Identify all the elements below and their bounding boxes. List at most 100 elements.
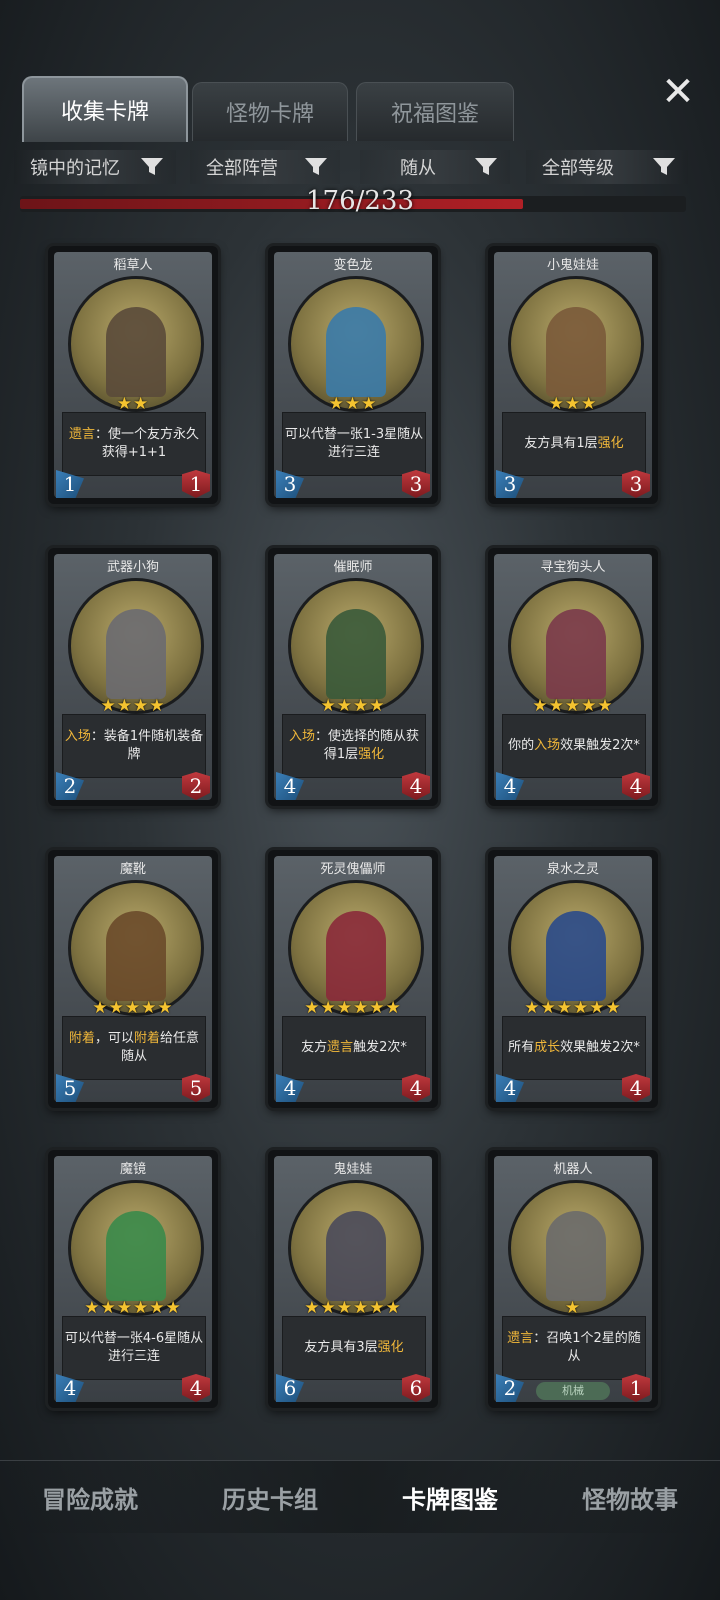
- star-rating: ★★: [116, 394, 150, 414]
- card-name: 机器人: [553, 1162, 593, 1177]
- star-rating: ★★★★: [320, 696, 386, 716]
- filter-level[interactable]: 全部等级: [526, 150, 688, 184]
- keyword-highlight: 遗言: [68, 427, 95, 442]
- nav-card-guide[interactable]: 卡牌图鉴: [402, 1480, 498, 1515]
- tab-monster-cards[interactable]: 怪物卡牌: [192, 82, 348, 141]
- card-description: 遗言：使一个友方永久获得+1+1: [62, 412, 206, 476]
- filter-type[interactable]: 随从: [360, 150, 510, 184]
- minion-card[interactable]: 小鬼娃娃 ★★★ 友方具有1层强化 3 3: [488, 246, 658, 504]
- card-portrait: [288, 578, 424, 714]
- description-text: 触发2次*: [353, 1040, 407, 1055]
- minion-card[interactable]: 寻宝狗头人 ★★★★★ 你的入场效果触发2次* 4 4: [488, 548, 658, 806]
- character-figure: [546, 609, 606, 699]
- nav-monster-stories[interactable]: 怪物故事: [582, 1480, 678, 1515]
- description-text: 所有: [508, 1040, 535, 1055]
- card-name: 稻草人: [113, 258, 153, 273]
- card-name: 泉水之灵: [546, 862, 599, 877]
- bottom-nav: 冒险成就 历史卡组 卡牌图鉴 怪物故事: [0, 1460, 720, 1533]
- description-text: ：使一个友方永久获得+1+1: [95, 427, 200, 460]
- keyword-highlight: 遗言: [507, 1331, 534, 1346]
- character-figure: [106, 609, 166, 699]
- minion-card[interactable]: 魔靴 ★★★★★ 附着，可以附着给任意随从 5 5: [48, 850, 218, 1108]
- character-figure: [546, 1211, 606, 1301]
- card-name: 魔镜: [119, 1162, 146, 1177]
- minion-card[interactable]: 泉水之灵 ★★★★★★ 所有成长效果触发2次* 4 4: [488, 850, 658, 1108]
- keyword-highlight: 入场: [288, 729, 315, 744]
- star-rating: ★★★★★: [532, 696, 614, 716]
- card-name: 小鬼娃娃: [546, 258, 599, 273]
- card-description: 入场：使选择的随从获得1层强化: [282, 714, 426, 778]
- star-rating: ★★★★★★: [524, 998, 622, 1018]
- star-rating: ★★★: [548, 394, 598, 414]
- star-rating: ★★★★: [100, 696, 166, 716]
- card-name: 武器小狗: [106, 560, 159, 575]
- minion-card[interactable]: 变色龙 ★★★ 可以代替一张1-3星随从进行三连 3 3: [268, 246, 438, 504]
- funnel-icon: [141, 158, 163, 175]
- character-figure: [106, 1211, 166, 1301]
- minion-card[interactable]: 魔镜 ★★★★★★ 可以代替一张4-6星随从进行三连 4 4: [48, 1150, 218, 1408]
- filter-mirror-memory[interactable]: 镜中的记忆: [14, 150, 176, 184]
- card-description: 附着，可以附着给任意随从: [62, 1016, 206, 1080]
- keyword-highlight: 强化: [597, 436, 624, 451]
- card-portrait: [288, 1180, 424, 1316]
- collection-progress-text: 176/233: [305, 186, 414, 216]
- description-text: 友方: [301, 1040, 328, 1055]
- nav-adventure-achievements[interactable]: 冒险成就: [42, 1480, 138, 1515]
- filter-faction[interactable]: 全部阵营: [190, 150, 340, 184]
- funnel-icon: [475, 158, 497, 175]
- description-text: 友方具有1层: [524, 436, 598, 451]
- star-rating: ★★★★★★: [84, 1298, 182, 1318]
- card-description: 可以代替一张1-3星随从进行三连: [282, 412, 426, 476]
- minion-card[interactable]: 武器小狗 ★★★★ 入场：装备1件随机装备牌 2 2: [48, 548, 218, 806]
- keyword-highlight: 附着: [134, 1031, 161, 1046]
- keyword-highlight: 入场: [64, 729, 91, 744]
- star-rating: ★★★★★: [92, 998, 174, 1018]
- keyword-highlight: 附着: [68, 1031, 95, 1046]
- description-text: ：装备1件随机装备牌: [90, 729, 204, 762]
- card-portrait: [288, 276, 424, 412]
- description-text: ，可以: [94, 1031, 134, 1046]
- character-figure: [106, 307, 166, 397]
- card-description: 友方具有1层强化: [502, 412, 646, 476]
- card-portrait: [68, 1180, 204, 1316]
- tab-collect-cards[interactable]: 收集卡牌: [22, 76, 188, 142]
- description-text: 效果触发2次*: [560, 738, 640, 753]
- keyword-highlight: 成长: [534, 1040, 561, 1055]
- keyword-highlight: 入场: [534, 738, 561, 753]
- funnel-icon: [653, 158, 675, 175]
- card-description: 所有成长效果触发2次*: [502, 1016, 646, 1080]
- minion-card[interactable]: 机器人 ★ 遗言：召唤1个2星的随从 2 1 机械: [488, 1150, 658, 1408]
- star-rating: ★: [564, 1298, 582, 1318]
- tab-blessing-guide[interactable]: 祝福图鉴: [356, 82, 514, 141]
- star-rating: ★★★★★★: [304, 1298, 402, 1318]
- filter-label: 随从: [400, 158, 436, 179]
- card-portrait: [508, 880, 644, 1016]
- character-figure: [326, 307, 386, 397]
- card-name: 鬼娃娃: [333, 1162, 373, 1177]
- character-figure: [546, 911, 606, 1001]
- keyword-highlight: 遗言: [327, 1040, 354, 1055]
- filter-label: 全部等级: [542, 158, 614, 179]
- filter-label: 全部阵营: [206, 158, 278, 179]
- card-name: 魔靴: [119, 862, 146, 877]
- minion-card[interactable]: 鬼娃娃 ★★★★★★ 友方具有3层强化 6 6: [268, 1150, 438, 1408]
- card-portrait: [508, 1180, 644, 1316]
- card-portrait: [288, 880, 424, 1016]
- keyword-highlight: 强化: [358, 747, 385, 762]
- character-figure: [546, 307, 606, 397]
- card-description: 你的入场效果触发2次*: [502, 714, 646, 778]
- description-text: 友方具有3层: [304, 1340, 378, 1355]
- star-rating: ★★★★★★: [304, 998, 402, 1018]
- card-portrait: [68, 880, 204, 1016]
- minion-card[interactable]: 死灵傀儡师 ★★★★★★ 友方遗言触发2次* 4 4: [268, 850, 438, 1108]
- description-text: 你的: [508, 738, 535, 753]
- minion-card[interactable]: 催眠师 ★★★★ 入场：使选择的随从获得1层强化 4 4: [268, 548, 438, 806]
- card-portrait: [68, 276, 204, 412]
- nav-history-decks[interactable]: 历史卡组: [222, 1480, 318, 1515]
- description-text: 可以代替一张1-3星随从进行三连: [284, 427, 424, 460]
- close-icon[interactable]: ✕: [658, 72, 698, 112]
- card-name: 死灵傀儡师: [320, 862, 386, 877]
- minion-card[interactable]: 稻草人 ★★ 遗言：使一个友方永久获得+1+1 1 1: [48, 246, 218, 504]
- card-description: 入场：装备1件随机装备牌: [62, 714, 206, 778]
- card-name: 催眠师: [333, 560, 373, 575]
